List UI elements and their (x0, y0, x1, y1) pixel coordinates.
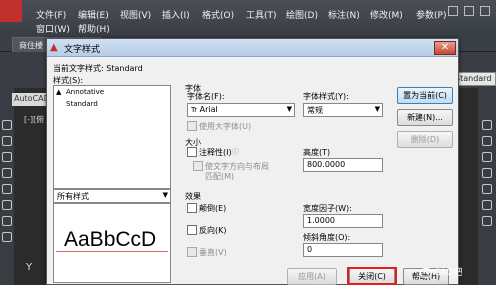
autocad-a-icon: ▲ (50, 42, 58, 53)
offset-tool-icon[interactable] (482, 168, 492, 178)
watermark: CAD吧 (420, 265, 462, 278)
menu-format[interactable]: 格式(O) (202, 8, 234, 21)
style-annotative-icon: ▲ (56, 88, 62, 96)
width-factor-label: 宽度因子(W): (303, 204, 352, 213)
menu-modify[interactable]: 修改(M) (370, 8, 403, 21)
rotate-tool-icon[interactable] (482, 200, 492, 210)
minimize-icon[interactable] (448, 6, 458, 16)
viewport-label[interactable]: [-][俯 (24, 114, 44, 125)
scale-tool-icon[interactable] (482, 216, 492, 226)
height-label: 高度(T) (303, 148, 331, 157)
menu-file[interactable]: 文件(F) (36, 8, 66, 21)
erase-tool-icon[interactable] (482, 120, 492, 130)
backwards-checkbox[interactable] (187, 225, 197, 235)
set-current-button[interactable]: 置为当前(C) (397, 87, 453, 104)
arc-tool-icon[interactable] (2, 168, 12, 178)
bigfont-checkbox[interactable] (187, 121, 197, 131)
ucs-axis-label: Y (26, 262, 33, 273)
list-item[interactable]: Annotative (66, 88, 104, 96)
text-style-dialog: ▲ 文字样式 ✕ 当前文字样式: Standard 样式(S): ▲ Annot… (46, 38, 459, 285)
upside-down-checkbox[interactable] (187, 203, 197, 213)
restore-icon[interactable] (464, 6, 474, 16)
vertical-checkbox[interactable] (187, 247, 197, 257)
oblique-label: 倾斜角度(O): (303, 233, 351, 242)
menu-draw[interactable]: 绘图(D) (286, 8, 318, 21)
hatch-tool-icon[interactable] (2, 232, 12, 242)
match-orientation-checkbox[interactable] (193, 161, 203, 171)
style-filter-combo[interactable]: 所有样式 ▼ (53, 189, 171, 203)
annotative-label: 注释性(I) (199, 148, 232, 157)
backwards-label: 反向(K) (199, 226, 227, 235)
mirror-tool-icon[interactable] (482, 152, 492, 162)
line-tool-icon[interactable] (2, 120, 12, 130)
font-style-label: 字体样式(Y): (303, 92, 349, 101)
upside-down-label: 颠倒(E) (199, 204, 227, 213)
bigfont-label: 使用大字体(U) (199, 122, 252, 131)
annotative-info-icon: ⓘ (232, 148, 239, 156)
menu-tools[interactable]: 工具(T) (246, 8, 277, 21)
chevron-down-icon: ▼ (374, 105, 380, 113)
workspace-label: AutoCAD (12, 93, 50, 106)
oblique-field[interactable]: 0 (303, 243, 383, 257)
width-factor-field[interactable]: 1.0000 (303, 214, 383, 228)
menu-edit[interactable]: 编辑(E) (78, 8, 109, 21)
match-orientation-label-2: 匹配(M) (205, 172, 235, 181)
copy-tool-icon[interactable] (482, 136, 492, 146)
watermark-text: CAD吧 (434, 268, 463, 278)
highlight-annotation (347, 267, 397, 285)
style-filter-value: 所有样式 (57, 192, 89, 201)
font-name-label: 字体名(F): (187, 92, 225, 101)
dialog-title: 文字样式 (64, 45, 101, 55)
chevron-down-icon: ▼ (286, 105, 292, 113)
font-style-value: 常规 (307, 106, 323, 115)
effects-group-label: 效果 (185, 192, 201, 201)
font-name-value: Arial (199, 105, 218, 114)
annotative-checkbox[interactable] (187, 147, 197, 157)
menu-dimension[interactable]: 标注(N) (328, 8, 360, 21)
current-style-label: 当前文字样式: Standard (53, 64, 143, 73)
circle-tool-icon[interactable] (2, 152, 12, 162)
font-name-combo[interactable]: Tr Arial ▼ (187, 103, 295, 117)
dialog-close-icon[interactable]: ✕ (434, 41, 456, 55)
move-tool-icon[interactable] (482, 184, 492, 194)
polygon-tool-icon[interactable] (2, 200, 12, 210)
preview-text: AaBbCcD (64, 228, 157, 251)
polyline-tool-icon[interactable] (2, 136, 12, 146)
wechat-icon (420, 267, 432, 278)
new-style-button[interactable]: 新建(N)... (397, 109, 453, 126)
menu-parametric[interactable]: 参数(P) (416, 8, 446, 21)
apply-button[interactable]: 应用(A) (287, 268, 337, 285)
acad-menubar: 文件(F) 编辑(E) 视图(V) 插入(I) 格式(O) 工具(T) 绘图(D… (0, 0, 496, 35)
list-item[interactable]: Standard (66, 100, 98, 108)
styles-list[interactable]: ▲ Annotative Standard (53, 85, 171, 189)
window-close-icon[interactable] (480, 6, 490, 16)
delete-style-button[interactable]: 删除(D) (397, 131, 453, 148)
rectangle-tool-icon[interactable] (2, 184, 12, 194)
height-field[interactable]: 800.0000 (303, 158, 383, 172)
font-type-icon: Tr (191, 106, 198, 114)
menu-view[interactable]: 视图(V) (120, 8, 151, 21)
chevron-down-icon: ▼ (162, 191, 168, 199)
preview-baseline (56, 251, 168, 252)
font-style-combo[interactable]: 常规 ▼ (303, 103, 383, 117)
menu-insert[interactable]: 插入(I) (162, 8, 190, 21)
dialog-titlebar[interactable]: ▲ 文字样式 ✕ (47, 39, 458, 57)
style-preview: AaBbCcD (53, 203, 171, 283)
vertical-label: 垂直(V) (199, 248, 227, 257)
ellipse-tool-icon[interactable] (2, 216, 12, 226)
